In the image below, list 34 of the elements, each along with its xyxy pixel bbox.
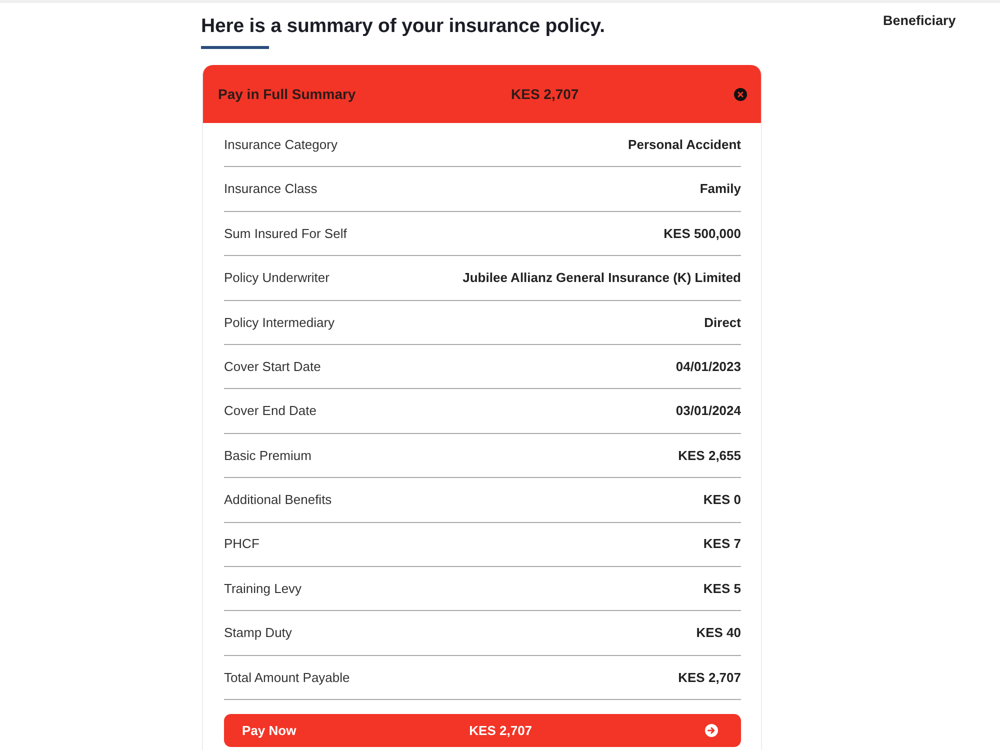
row-label: Training Levy [224, 580, 302, 598]
row-label: Additional Benefits [224, 491, 332, 510]
row-value: Family [700, 180, 741, 198]
row-label: Policy Intermediary [224, 314, 335, 332]
row-value: KES 2,655 [678, 446, 741, 465]
row-label: Total Amount Payable [224, 668, 350, 687]
close-icon[interactable] [734, 88, 747, 100]
row-label: Basic Premium [224, 446, 312, 465]
row-label: Cover Start Date [224, 358, 321, 376]
row-value: Jubilee Allianz General Insurance (K) Limited [462, 269, 741, 288]
row-value: Personal Accident [628, 136, 741, 154]
row-value: 04/01/2023 [676, 358, 741, 376]
arrow-right-icon [705, 724, 718, 738]
heading-underline [201, 46, 269, 49]
summary-amount: KES 2,707 [511, 84, 579, 104]
row-label: Policy Underwriter [224, 269, 330, 288]
row-label: PHCF [224, 535, 260, 554]
row-label: Sum Insured For Self [224, 224, 347, 243]
row-label: Cover End Date [224, 402, 316, 420]
row-value: KES 0 [703, 491, 741, 510]
row-value: KES 40 [696, 624, 741, 642]
row-label: Stamp Duty [224, 624, 292, 642]
row-value: Direct [704, 314, 741, 332]
row-value: KES 7 [703, 535, 741, 554]
pay-now-button[interactable]: Pay Now KES 2,707 [224, 714, 741, 748]
row-value: KES 5 [703, 580, 741, 598]
step-label[interactable]: Beneficiary [762, 3, 1000, 32]
row-value: 03/01/2024 [676, 402, 741, 420]
summary-title: Pay in Full Summary [218, 84, 356, 104]
row-value: KES 500,000 [664, 224, 741, 243]
row-label: Insurance Category [224, 136, 338, 154]
row-label: Insurance Class [224, 180, 318, 198]
page-heading: Here is a summary of your insurance policy. [201, 14, 606, 38]
row-value: KES 2,707 [678, 668, 741, 687]
